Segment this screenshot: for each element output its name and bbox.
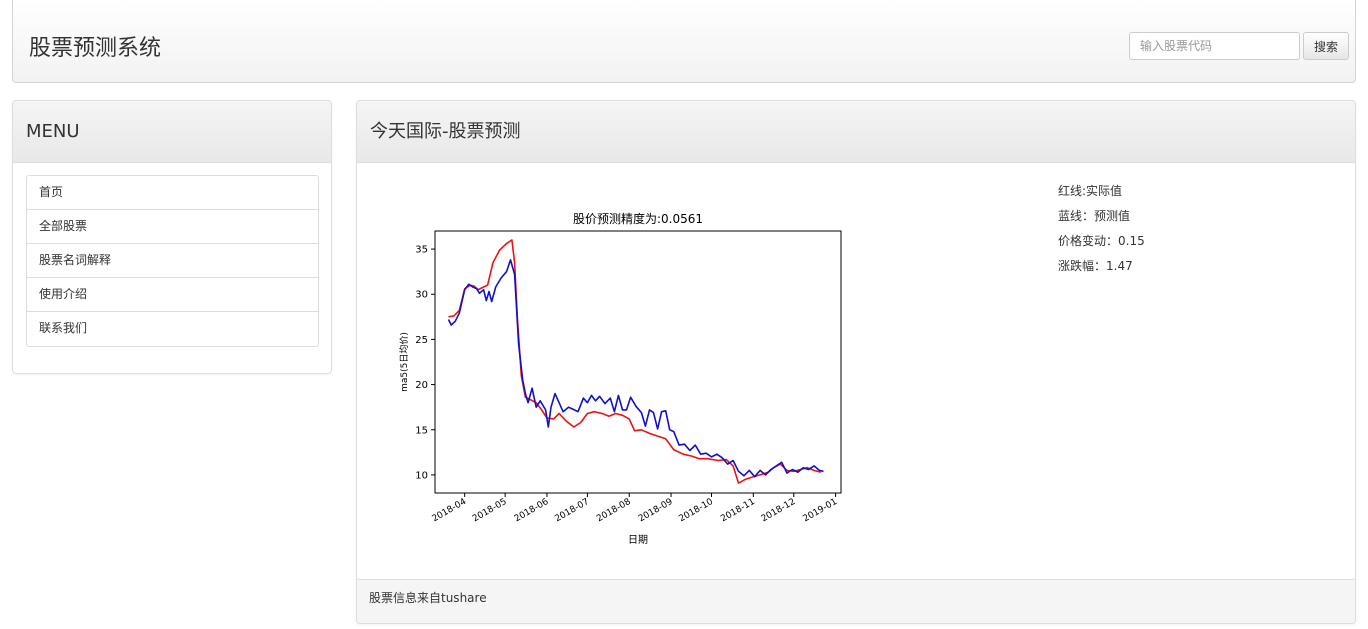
chart-x-axis-label: 日期 <box>628 534 648 546</box>
x-tick-label: 2018-05 <box>471 497 509 524</box>
menu-list: 首页 全部股票 股票名词解释 使用介绍 联系我们 <box>26 175 319 347</box>
series-line-blue <box>447 259 824 478</box>
prediction-stats: 红线:实际值 蓝线：预测值 价格变动：0.15 涨跌幅：1.47 <box>1058 181 1145 281</box>
menu-item-usage-guide[interactable]: 使用介绍 <box>27 278 318 312</box>
y-tick-label: 15 <box>415 425 428 436</box>
series-line-red <box>448 239 822 484</box>
menu-item-glossary[interactable]: 股票名词解释 <box>27 244 318 278</box>
x-tick-label: 2018-04 <box>431 497 469 525</box>
chart-title: 股价预测精度为:0.0561 <box>573 211 703 226</box>
x-tick-label: 2018-09 <box>637 497 675 525</box>
price-change: 价格变动：0.15 <box>1058 234 1145 248</box>
y-tick-label: 10 <box>415 470 428 481</box>
plot-frame <box>434 230 842 494</box>
y-tick-label: 20 <box>415 380 428 391</box>
legend-actual-line: 红线:实际值 <box>1058 184 1123 198</box>
x-tick-label: 2018-08 <box>595 497 633 525</box>
prediction-panel: 今天国际-股票预测 股价预测精度为:0.0561 日期 ma5(5日均价) 10… <box>356 100 1356 624</box>
x-tick-label: 2018-12 <box>760 497 798 524</box>
x-tick-label: 2018-06 <box>513 497 551 525</box>
search-button[interactable]: 搜索 <box>1303 32 1349 60</box>
menu-heading: MENU <box>13 101 331 163</box>
data-source-footer: 股票信息来自tushare <box>357 579 1355 623</box>
chart-y-axis-label: ma5(5日均价) <box>398 332 410 392</box>
x-tick-label: 2019-01 <box>802 497 840 524</box>
menu-item-home[interactable]: 首页 <box>27 176 318 210</box>
stock-code-search-input[interactable] <box>1129 32 1300 60</box>
menu-item-all-stocks[interactable]: 全部股票 <box>27 210 318 244</box>
x-tick-label: 2018-10 <box>677 497 715 525</box>
sidebar-menu-panel: MENU 首页 全部股票 股票名词解释 使用介绍 联系我们 <box>12 100 332 374</box>
menu-item-contact-us[interactable]: 联系我们 <box>27 312 318 346</box>
x-tick-label: 2018-11 <box>719 497 757 524</box>
y-tick-label: 30 <box>415 290 428 301</box>
x-tick-label: 2018-07 <box>553 497 591 524</box>
top-navbar: 股票预测系统 搜索 <box>12 0 1356 83</box>
change-percent: 涨跌幅：1.47 <box>1058 259 1133 273</box>
legend-predicted-line: 蓝线：预测值 <box>1058 209 1131 223</box>
y-tick-label: 25 <box>415 335 428 346</box>
app-title[interactable]: 股票预测系统 <box>29 30 161 62</box>
y-tick-label: 35 <box>415 245 428 256</box>
prediction-chart: 股价预测精度为:0.0561 日期 ma5(5日均价) 10 15 20 25 30 35… <box>398 211 842 546</box>
prediction-panel-heading: 今天国际-股票预测 <box>357 101 1355 163</box>
